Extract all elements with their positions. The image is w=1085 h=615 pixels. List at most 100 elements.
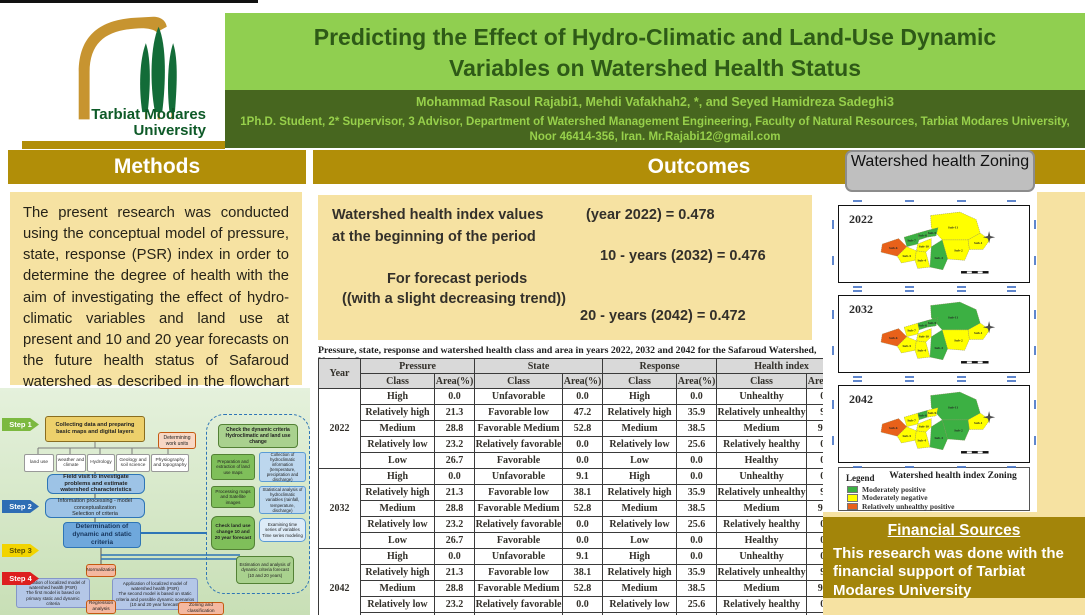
table-cell: Relatively healthy [717, 517, 807, 533]
flow-box-zoning-classification: Zoning and classification [178, 602, 224, 615]
svg-text:Sub-5: Sub-5 [903, 254, 912, 258]
legend-item-neg: Moderately negative [847, 494, 955, 503]
map-tick [832, 346, 834, 355]
svg-text:Sub-5: Sub-5 [903, 434, 912, 438]
table-subheader: Class [717, 374, 807, 389]
map-tick [832, 436, 834, 445]
methods-paragraph: The present research was conducted using… [23, 203, 289, 415]
table-year-cell: 2022 [319, 389, 361, 469]
svg-text:Sub-5: Sub-5 [903, 344, 912, 348]
table-cell: 0.0 [435, 389, 475, 405]
table-row: 2032High0.0Unfavorable9.1High0.0Unhealth… [319, 469, 847, 485]
table-subheader: Area(%) [563, 374, 603, 389]
map-tick [1007, 200, 1016, 202]
map-tick [853, 466, 862, 468]
svg-text:Sub-9: Sub-9 [928, 411, 937, 415]
outcomes-forecast-line1: For forecast periods [387, 271, 527, 287]
table-cell: Unfavorable [475, 549, 563, 565]
methods-text-box: The present research was conducted using… [10, 192, 302, 385]
zoning-column: Legend Watershed health index Zoning Mod… [823, 192, 1085, 615]
table-cell: Low [361, 453, 435, 469]
map-tick [1034, 256, 1036, 265]
table-year-cell: 2042 [319, 549, 361, 615]
table-cell: 23.2 [435, 437, 475, 453]
map-tick [1034, 436, 1036, 445]
svg-text:Sub-2: Sub-2 [954, 248, 963, 252]
table-cell: High [361, 549, 435, 565]
map-tick [832, 310, 834, 319]
authors-line: Mohammad Rasoul Rajabi1, Mehdi Vafakhah2… [225, 95, 1085, 109]
outcomes-title: Outcomes [648, 155, 751, 178]
table-cell: 52.8 [563, 581, 603, 597]
svg-text:Sub-11: Sub-11 [948, 405, 958, 409]
table-row: Low26.7Favorable0.0Low0.0Healthy0.0 [319, 453, 847, 469]
university-logo-area: Tarbiat Modares University [0, 3, 225, 148]
flow-box-land-use: land use [24, 454, 54, 472]
outcomes-value-2042: 20 - years (2042) = 0.472 [580, 308, 746, 324]
map-tick [957, 380, 966, 382]
logo-underline-bar [22, 141, 225, 149]
svg-text:Sub-8: Sub-8 [918, 324, 927, 328]
svg-text:Sub-4: Sub-4 [918, 439, 927, 443]
methods-section-header: Methods [8, 150, 306, 184]
zoning-map-2042: Sub-11Sub-1Sub-2Sub-3Sub-10Sub-9Sub-8Sub… [838, 385, 1030, 463]
table-row: Medium28.8Favorable Medium52.8Medium38.5… [319, 581, 847, 597]
table-row: Relatively low23.2Relatively favorable0.… [319, 437, 847, 453]
table-cell: Medium [603, 581, 677, 597]
table-cell: Relatively unhealthy [717, 565, 807, 581]
university-name-line2: University [0, 123, 206, 139]
table-cell: 0.0 [563, 533, 603, 549]
legend-label: Legend [846, 473, 875, 483]
map-tick [853, 286, 862, 288]
table-cell: 38.1 [563, 485, 603, 501]
svg-text:Sub-10: Sub-10 [919, 244, 929, 248]
table-cell: Medium [361, 581, 435, 597]
table-row: 2042High0.0Unfavorable9.1High0.0Unhealth… [319, 549, 847, 565]
table-cell: Favorable Medium [475, 421, 563, 437]
table-cell: High [603, 549, 677, 565]
table-cell: 21.3 [435, 405, 475, 421]
map-tick [905, 200, 914, 202]
university-name-line1: Tarbiat Modares [0, 107, 206, 123]
table-cell: 28.8 [435, 581, 475, 597]
table-cell: 0.0 [677, 389, 717, 405]
table-cell: Relatively healthy [717, 597, 807, 613]
map-tick [905, 380, 914, 382]
zoning-section-title: Watershed health Zoning [845, 150, 1035, 192]
table-cell: Relatively high [361, 565, 435, 581]
flow-box-estimation: Estimation and analysis of dynamic crite… [236, 556, 294, 584]
poster-root: Tarbiat Modares University Predicting th… [0, 0, 1085, 615]
map-tick [905, 376, 914, 378]
table-cell: 0.0 [563, 389, 603, 405]
svg-text:Sub-9: Sub-9 [928, 321, 937, 325]
svg-text:Sub-11: Sub-11 [948, 225, 958, 229]
flow-box-physiography: Physiography and topography [151, 454, 189, 472]
legend-item-pos: Moderately positive [847, 485, 955, 494]
legend-swatch-pos [847, 486, 858, 494]
table-cell: 35.9 [677, 565, 717, 581]
table-cell: 28.8 [435, 421, 475, 437]
table-year-cell: 2032 [319, 469, 361, 549]
table-cell: Favorable Medium [475, 501, 563, 517]
table-cell: 38.5 [677, 501, 717, 517]
table-cell: Unfavorable [475, 469, 563, 485]
legend-heading: Watershed health index Zoning [879, 471, 1027, 481]
map-tick [1034, 220, 1036, 229]
flow-box-weather-climate: weather and climate [56, 454, 86, 472]
table-cell: 23.2 [435, 597, 475, 613]
flow-box-normalization: Normalization [86, 564, 116, 577]
map-tick [853, 376, 862, 378]
flow-text-time-series: Examining time series of variables [262, 522, 303, 532]
table-cell: Medium [361, 501, 435, 517]
map-tick [957, 466, 966, 468]
svg-text:Sub-1: Sub-1 [974, 421, 983, 425]
table-cell: Relatively low [361, 437, 435, 453]
scale-bar-icon [961, 361, 988, 363]
svg-text:Sub-6: Sub-6 [889, 336, 898, 340]
table-cell: High [361, 389, 435, 405]
methods-flowchart: Collecting data and preparing basic maps… [0, 388, 310, 615]
table-cell: Low [361, 533, 435, 549]
table-cell: Relatively unhealthy [717, 485, 807, 501]
flow-box-info-processing: Information processing - model conceptua… [45, 498, 145, 518]
flow-text-model1-sub: The first model is based on primary stat… [19, 590, 87, 606]
